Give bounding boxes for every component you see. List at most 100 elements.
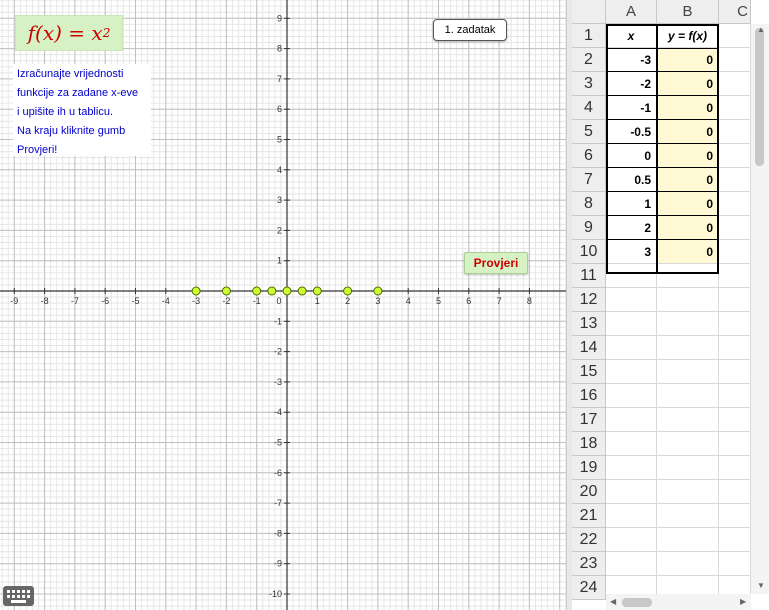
cell-c[interactable] — [719, 216, 751, 240]
cell-input-y[interactable]: 0 — [657, 96, 719, 120]
row-header[interactable]: 20 — [572, 480, 606, 504]
cell-c[interactable] — [719, 24, 751, 48]
cell-c[interactable] — [719, 48, 751, 72]
cell-b[interactable] — [657, 504, 719, 528]
row-header[interactable]: 6 — [572, 144, 606, 168]
cell-c[interactable] — [719, 480, 751, 504]
cell-a[interactable]: 1 — [606, 192, 657, 216]
row-header[interactable]: 17 — [572, 408, 606, 432]
sheet-corner[interactable] — [572, 0, 606, 24]
cell-c[interactable] — [719, 264, 751, 288]
cell-b[interactable] — [657, 432, 719, 456]
cell-c[interactable] — [719, 168, 751, 192]
cell-header-x[interactable]: x — [606, 24, 657, 48]
cell-b[interactable] — [657, 552, 719, 576]
row-header[interactable]: 11 — [572, 264, 606, 288]
column-header-b[interactable]: B — [657, 0, 719, 24]
data-point[interactable] — [252, 286, 262, 296]
cell-b[interactable] — [657, 264, 719, 288]
cell-a[interactable] — [606, 288, 657, 312]
cell-c[interactable] — [719, 336, 751, 360]
row-header[interactable]: 19 — [572, 456, 606, 480]
data-point[interactable] — [267, 286, 277, 296]
cell-a[interactable] — [606, 312, 657, 336]
row-header[interactable]: 23 — [572, 552, 606, 576]
cell-c[interactable] — [719, 120, 751, 144]
cell-b[interactable] — [657, 456, 719, 480]
cell-header-y[interactable]: y = f(x) — [657, 24, 719, 48]
spreadsheet-view[interactable]: A B C 1xy = f(x) 2 -3 0 3 -2 0 4 -1 0 5 -0.5 0 6 0 0 7 0.… — [572, 0, 769, 610]
cell-b[interactable] — [657, 480, 719, 504]
cell-a[interactable] — [606, 504, 657, 528]
cell-a[interactable]: 0.5 — [606, 168, 657, 192]
check-button[interactable]: Provjeri — [464, 252, 528, 274]
cell-input-y[interactable]: 0 — [657, 240, 719, 264]
cell-a[interactable] — [606, 384, 657, 408]
cell-c[interactable] — [719, 552, 751, 576]
data-point[interactable] — [312, 286, 322, 296]
keyboard-icon[interactable] — [3, 586, 34, 606]
cell-c[interactable] — [719, 504, 751, 528]
cell-a[interactable]: -1 — [606, 96, 657, 120]
scroll-down-icon[interactable]: ▼ — [757, 582, 765, 590]
row-header[interactable]: 15 — [572, 360, 606, 384]
cell-a[interactable] — [606, 264, 657, 288]
row-header[interactable]: 5 — [572, 120, 606, 144]
cell-c[interactable] — [719, 312, 751, 336]
row-header[interactable]: 1 — [572, 24, 606, 48]
cell-a[interactable]: -3 — [606, 48, 657, 72]
cell-a[interactable] — [606, 456, 657, 480]
data-point[interactable] — [282, 286, 292, 296]
data-point[interactable] — [343, 286, 353, 296]
cell-c[interactable] — [719, 360, 751, 384]
cell-b[interactable] — [657, 336, 719, 360]
cell-c[interactable] — [719, 144, 751, 168]
cell-a[interactable]: 3 — [606, 240, 657, 264]
cell-a[interactable] — [606, 480, 657, 504]
data-point[interactable] — [221, 286, 231, 296]
cell-a[interactable] — [606, 360, 657, 384]
cell-input-y[interactable]: 0 — [657, 144, 719, 168]
row-header[interactable]: 10 — [572, 240, 606, 264]
cell-b[interactable] — [657, 408, 719, 432]
cell-a[interactable] — [606, 528, 657, 552]
cell-c[interactable] — [719, 528, 751, 552]
row-header[interactable]: 21 — [572, 504, 606, 528]
row-header[interactable]: 3 — [572, 72, 606, 96]
cell-a[interactable]: 0 — [606, 144, 657, 168]
scroll-up-icon[interactable]: ▲ — [757, 26, 765, 34]
cell-b[interactable] — [657, 528, 719, 552]
row-header[interactable]: 2 — [572, 48, 606, 72]
cell-input-y[interactable]: 0 — [657, 216, 719, 240]
row-header[interactable]: 16 — [572, 384, 606, 408]
data-point[interactable] — [297, 286, 307, 296]
cell-input-y[interactable]: 0 — [657, 48, 719, 72]
scroll-left-icon[interactable]: ◀ — [610, 598, 616, 606]
cell-input-y[interactable]: 0 — [657, 72, 719, 96]
row-header[interactable]: 7 — [572, 168, 606, 192]
column-header-c[interactable]: C — [719, 0, 751, 24]
cell-c[interactable] — [719, 384, 751, 408]
row-header[interactable]: 9 — [572, 216, 606, 240]
cell-c[interactable] — [719, 192, 751, 216]
cell-a[interactable] — [606, 408, 657, 432]
cell-c[interactable] — [719, 288, 751, 312]
cell-a[interactable]: -2 — [606, 72, 657, 96]
data-point[interactable] — [373, 286, 383, 296]
row-header[interactable]: 12 — [572, 288, 606, 312]
data-point[interactable] — [191, 286, 201, 296]
cell-c[interactable] — [719, 96, 751, 120]
cell-a[interactable]: 2 — [606, 216, 657, 240]
cell-c[interactable] — [719, 408, 751, 432]
row-header[interactable]: 24 — [572, 576, 606, 600]
cell-b[interactable] — [657, 384, 719, 408]
graphics-view[interactable]: -9 -8 -7 -6 -5 -4 -3 -2 -1 0 1 2 3 4 5 6 7 8 9 8 7 6 5 4 3 2 1 -1 -2… — [0, 0, 566, 610]
cell-b[interactable] — [657, 288, 719, 312]
cell-c[interactable] — [719, 72, 751, 96]
cell-input-y[interactable]: 0 — [657, 120, 719, 144]
scroll-right-icon[interactable]: ▶ — [740, 598, 746, 606]
cell-c[interactable] — [719, 240, 751, 264]
cell-input-y[interactable]: 0 — [657, 168, 719, 192]
row-header[interactable]: 14 — [572, 336, 606, 360]
cell-b[interactable] — [657, 360, 719, 384]
